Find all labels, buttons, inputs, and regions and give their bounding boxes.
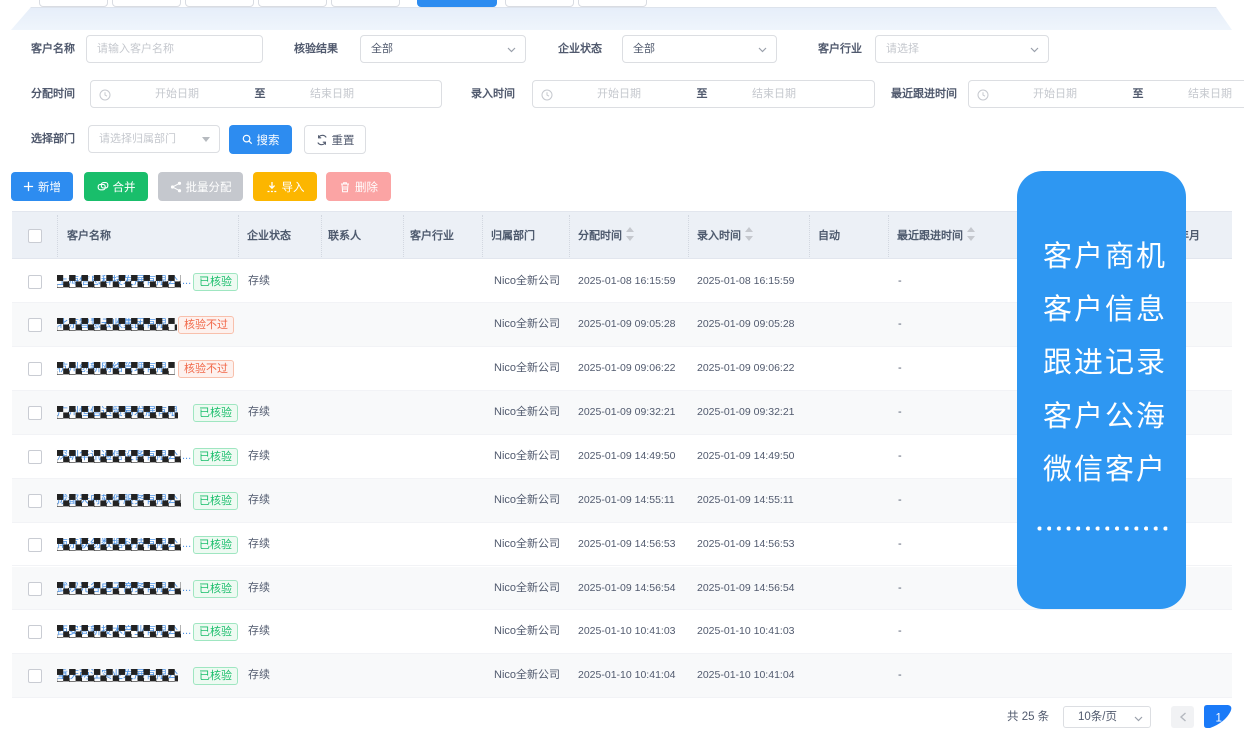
- svg-text:1: 1: [1216, 713, 1222, 725]
